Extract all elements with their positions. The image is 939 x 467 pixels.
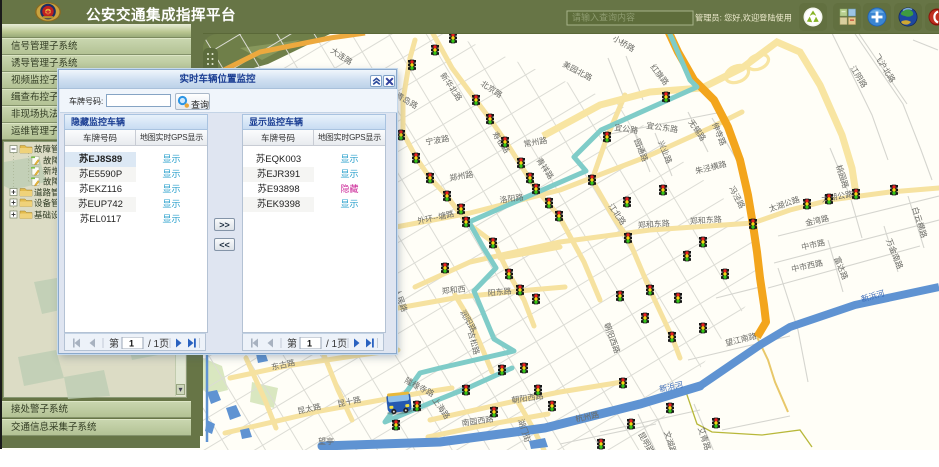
svg-text:公安交通集成指挥平台: 公安交通集成指挥平台 (86, 6, 236, 24)
svg-text:望亭: 望亭 (318, 436, 334, 446)
svg-text:第: 第 (109, 337, 119, 349)
svg-text:1: 1 (307, 339, 312, 349)
svg-text:1: 1 (129, 339, 134, 349)
svg-text:管理员: 您好,欢迎登陆使用: 管理员: 您好,欢迎登陆使用 (695, 13, 792, 23)
svg-text:/ 1页: / 1页 (148, 338, 169, 349)
svg-text:请输入查询内容: 请输入查询内容 (572, 12, 635, 23)
svg-text:/ 1页: / 1页 (326, 338, 347, 349)
svg-text:第: 第 (287, 337, 297, 349)
